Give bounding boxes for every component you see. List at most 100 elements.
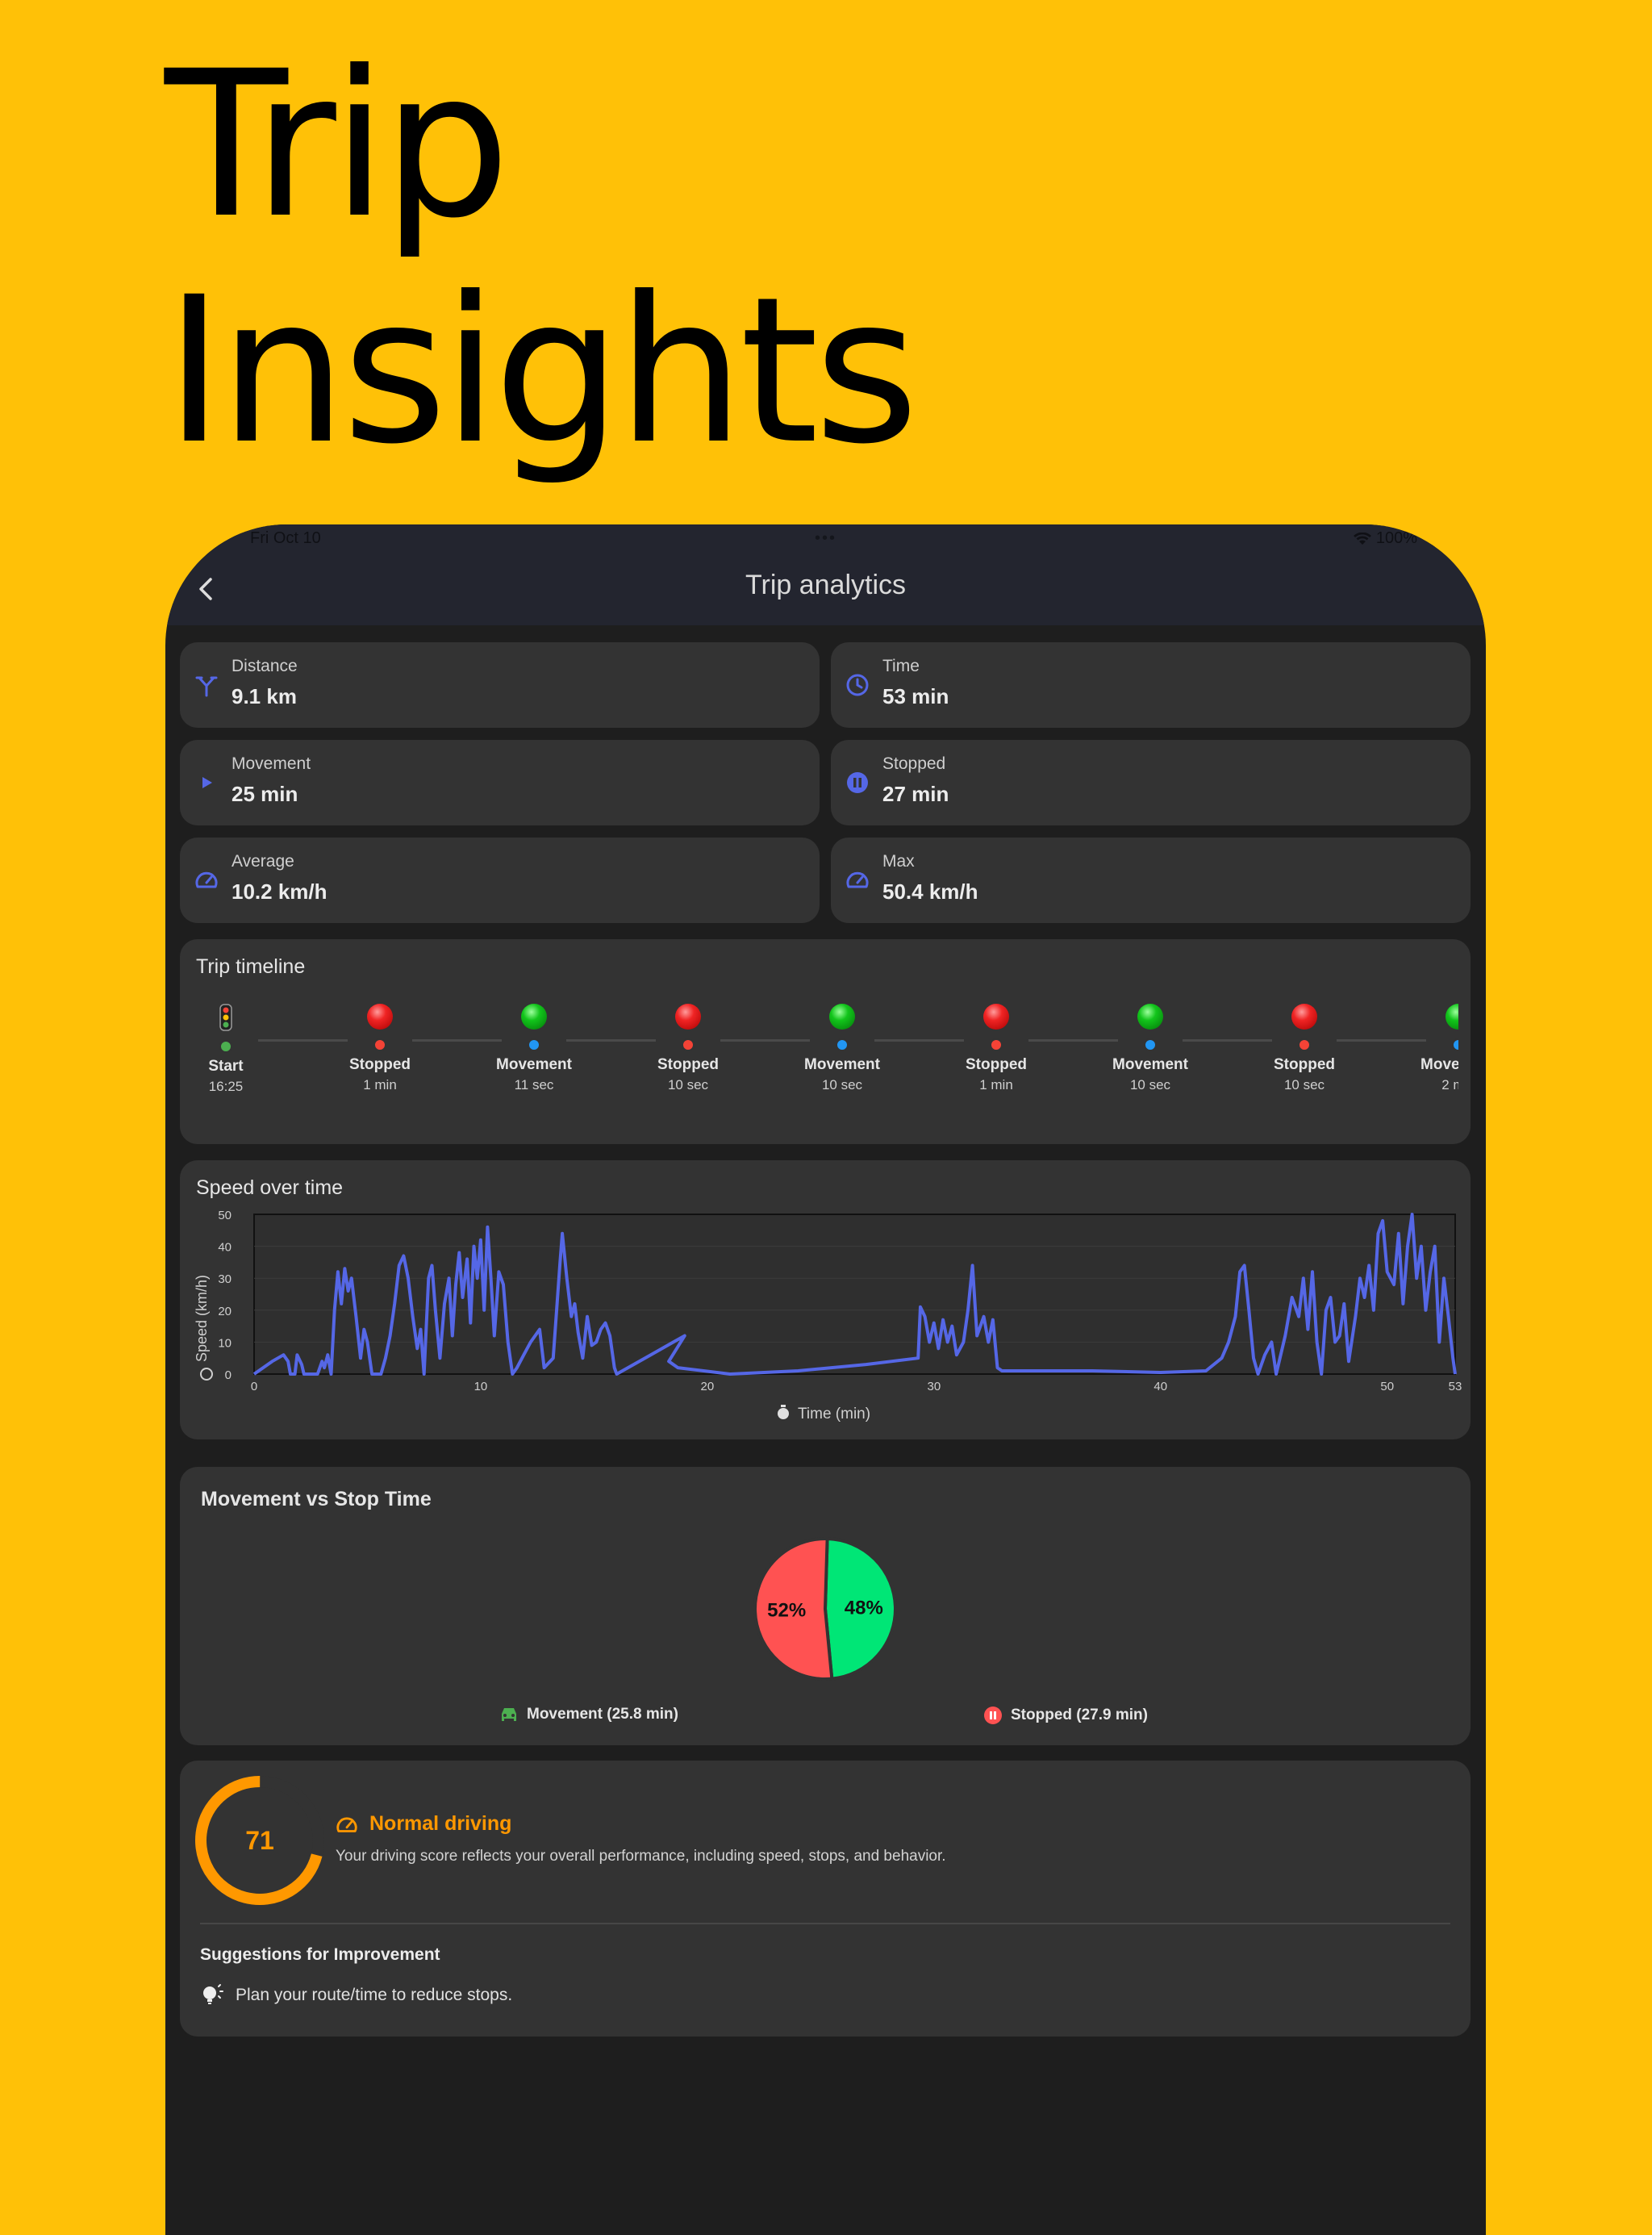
timeline-event[interactable]: Stopped 1 min (315, 1004, 444, 1093)
score-value: 71 (245, 1826, 274, 1855)
red-light-icon (367, 1004, 393, 1030)
stat-value: 10.2 km/h (232, 879, 327, 904)
stat-label: Max (882, 852, 915, 871)
speedometer-icon (200, 1368, 213, 1381)
suggestions-title: Suggestions for Improvement (200, 1945, 440, 1964)
traffic-light-icon (219, 1004, 232, 1031)
y-tick-label: 0 (225, 1368, 232, 1382)
x-tick-label: 0 (251, 1380, 257, 1393)
stat-value: 27 min (882, 782, 949, 806)
timeline-event-label: Stopped (657, 1056, 719, 1073)
y-tick-label: 10 (218, 1336, 232, 1350)
timeline-event[interactable]: Movement 2 min (1394, 1004, 1458, 1093)
stat-card-stopped: Stopped 27 min (831, 740, 1471, 825)
timeline-event-duration: 10 sec (667, 1077, 709, 1092)
timeline-event-duration: 16:25 (208, 1079, 244, 1094)
pie-slice-label: 52% (767, 1600, 806, 1622)
timeline-event-label: Stopped (966, 1056, 1027, 1073)
timeline-event[interactable]: Stopped 1 min (932, 1004, 1061, 1093)
y-tick-label: 50 (218, 1209, 232, 1222)
score-label: Normal driving (369, 1812, 512, 1835)
speed-chart: 0 10 20 30 40 50 0 10 20 30 40 50 53 Speed (km/h) Time… (194, 1209, 1462, 1422)
timeline-event-label: Movement (804, 1056, 880, 1073)
battery-text: 100% (1375, 529, 1417, 547)
red-light-icon (1291, 1004, 1317, 1030)
hero-title-line2: Insights (165, 253, 919, 488)
score-gauge: 71 (195, 1776, 324, 1905)
legend-stopped-label: Stopped (27.9 min) (1011, 1707, 1148, 1723)
stat-card-distance: Distance 9.1 km (180, 642, 820, 728)
hero-title: Trip Insights (165, 27, 919, 488)
car-icon (502, 1708, 516, 1721)
app-bar: Fri Oct 10 ••• 100% Trip analytics (165, 524, 1486, 625)
timeline-event-label: Movement (496, 1056, 572, 1073)
stat-card-average: Average 10.2 km/h (180, 838, 820, 923)
timeline-event[interactable]: Start 16:25 (180, 1004, 290, 1095)
suggestion-text: Plan your route/time to reduce stops. (236, 1986, 513, 2004)
y-axis-label-group: Speed (km/h) (194, 1275, 210, 1362)
stat-value: 25 min (232, 782, 298, 806)
stat-label: Average (232, 852, 294, 871)
y-axis-label: Speed (km/h) (194, 1275, 210, 1362)
y-tick-label: 20 (218, 1305, 232, 1318)
x-tick-label: 10 (474, 1380, 488, 1393)
trip-timeline-card: Trip timeline Start 16:25 Stopped 1 min Move… (180, 939, 1471, 1144)
driving-score-card: 71 Normal driving Your driving score ref… (180, 1761, 1471, 2037)
timeline-event-label: Movement (1420, 1056, 1458, 1073)
timeline-event[interactable]: Movement 10 sec (1086, 1004, 1215, 1093)
timeline-event[interactable]: Movement 11 sec (469, 1004, 599, 1093)
fork-route-icon (195, 676, 218, 697)
pie-chart: 48% 52% (753, 1536, 897, 1681)
hero-title-line1: Trip (165, 27, 511, 262)
timeline-event-duration: 1 min (979, 1077, 1013, 1092)
green-light-icon (1137, 1004, 1163, 1030)
timeline-event-label: Movement (1112, 1056, 1188, 1073)
timeline-event-duration: 2 min (1441, 1077, 1458, 1092)
speedometer-icon (846, 871, 869, 888)
timeline-event-label: Stopped (349, 1056, 411, 1073)
y-tick-label: 40 (218, 1241, 232, 1255)
divider (200, 1923, 1450, 1924)
stat-card-time: Time 53 min (831, 642, 1471, 728)
speedometer-icon (336, 1817, 357, 1832)
green-light-icon (521, 1004, 547, 1030)
x-tick-label: 50 (1380, 1380, 1394, 1393)
stat-card-max: Max 50.4 km/h (831, 838, 1471, 923)
timeline-event-duration: 11 sec (514, 1077, 554, 1092)
multitask-dots-icon[interactable]: ••• (815, 529, 836, 548)
stat-label: Stopped (882, 754, 946, 773)
suggestion-item: Plan your route/time to reduce stops. (200, 1983, 512, 2007)
pause-circle-icon (847, 772, 868, 793)
timeline-dot (219, 1040, 232, 1053)
x-tick-label: 30 (927, 1380, 941, 1393)
speed-chart-card: Speed over time 0 10 20 30 40 50 0 10 20 30 40 50 53… (180, 1160, 1471, 1439)
stat-label: Movement (232, 754, 311, 773)
timeline-track[interactable]: Start 16:25 Stopped 1 min Movement 11 sec Stop… (180, 939, 1458, 1144)
timeline-event[interactable]: Movement 10 sec (778, 1004, 907, 1093)
pause-circle-icon (984, 1707, 1002, 1724)
timeline-dot (682, 1038, 695, 1051)
page-title: Trip analytics (745, 570, 907, 600)
score-description: Your driving score reflects your overall… (336, 1848, 946, 1865)
timeline-event-label: Stopped (1274, 1056, 1335, 1073)
green-light-icon (829, 1004, 855, 1030)
legend-movement-label: Movement (25.8 min) (527, 1706, 678, 1723)
timeline-dot (836, 1038, 849, 1051)
timeline-dot (373, 1038, 386, 1051)
timeline-event[interactable]: Stopped 10 sec (624, 1004, 753, 1093)
status-right: 100% (1353, 529, 1417, 548)
timeline-dot (1452, 1038, 1458, 1051)
play-icon (202, 777, 212, 788)
timeline-dot (1144, 1038, 1157, 1051)
timeline-dot (1298, 1038, 1311, 1051)
lightbulb-icon (203, 1984, 223, 2004)
clock-icon (846, 674, 869, 696)
stopwatch-icon (778, 1405, 789, 1419)
wifi-icon (1353, 532, 1371, 545)
timeline-event-label: Start (208, 1058, 244, 1075)
stat-label: Distance (232, 657, 298, 675)
timeline-event[interactable]: Stopped 10 sec (1240, 1004, 1369, 1093)
red-light-icon (983, 1004, 1009, 1030)
device-screen: Fri Oct 10 ••• 100% Trip analytics Dista… (165, 524, 1486, 2235)
x-tick-label: 20 (701, 1380, 715, 1393)
